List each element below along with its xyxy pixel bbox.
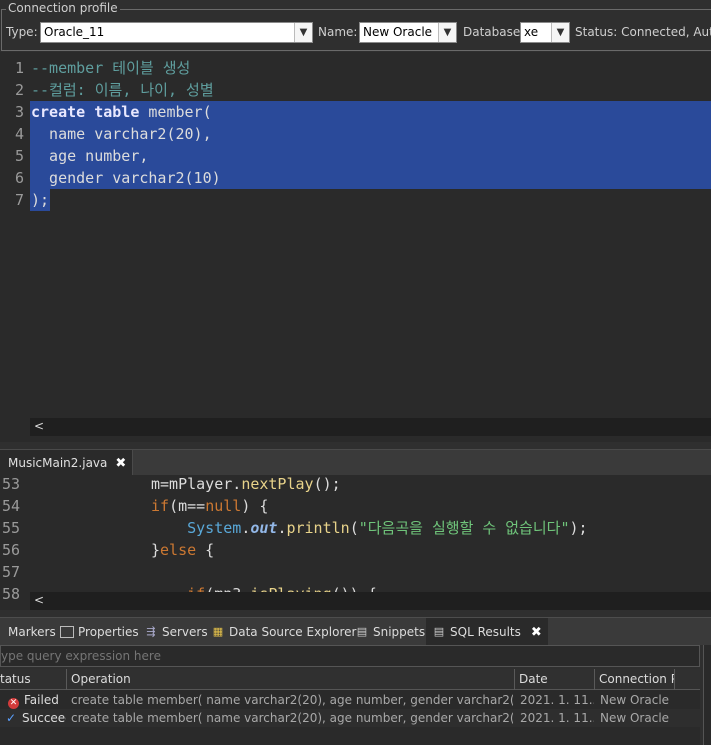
code-line: --member 테이블 생성 [31,59,191,77]
line-number: 57 [1,563,20,581]
chevron-down-icon[interactable]: ▼ [551,23,569,42]
connection-profile-title: Connection profile [6,1,120,15]
table-row[interactable]: ✕ Failed create table member( name varcha… [0,691,700,709]
success-icon: ✓ [6,711,17,725]
database-value: xe [524,25,539,39]
column-header-date[interactable]: Date [515,669,595,690]
status-cell: ✓ Succeed [6,709,66,727]
line-number: 1 [14,59,24,77]
code-line: create table member( [31,103,212,121]
tab-data-source-explorer[interactable]: ▦ Data Source Explorer [211,618,357,646]
scroll-left-icon[interactable]: < [34,593,44,607]
code-line: name varchar2(20), [31,125,212,143]
horizontal-scrollbar[interactable]: < [30,418,711,436]
connection-status: Status: Connected, Auto [575,25,711,39]
views-tab-label: Markers [8,625,56,639]
name-label: Name: [318,25,358,39]
scroll-left-icon[interactable]: < [34,419,44,433]
type-value: Oracle_11 [44,25,105,39]
code-line: age number, [31,147,149,165]
code-line: if(m==null) { [151,497,269,515]
servers-icon: ⇶ [146,625,156,638]
horizontal-scrollbar[interactable]: < [30,592,711,610]
database-combo[interactable]: xe ▼ [520,22,570,43]
name-combo[interactable]: New Oracle ▼ [359,22,457,43]
operation-cell: create table member( name varchar2(20), … [71,693,513,707]
name-value: New Oracle [363,25,433,39]
code-line: ); [31,191,50,209]
java-editor-tabbar: MusicMain2.java ✖ [0,449,711,476]
tab-musicmain2-java[interactable]: MusicMain2.java ✖ [0,450,134,476]
tab-label: MusicMain2.java [8,456,108,470]
column-header-status[interactable]: tatus [0,669,67,690]
code-line: --컬럼: 이름, 나이, 성별 [31,81,214,99]
sql-editor[interactable]: 1 2 3 4 5 6 7 --member 테이블 생성 --컬럼: 이름, 나이, 성별 cr… [0,52,711,442]
sql-results-table[interactable]: tatus Operation Date Connection P ✕ Faile… [0,669,700,745]
table-row[interactable]: ✓ Succeed create table member( name varch… [0,709,700,727]
connection-profile-panel: Connection profile Type: Oracle_11 ▼ Nam… [0,0,711,52]
snippets-icon: ▤ [356,625,368,638]
connection-cell: New Oracle [600,711,670,725]
chevron-down-icon[interactable]: ▼ [438,23,456,42]
line-number: 55 [1,519,20,537]
failed-icon: ✕ [8,698,19,709]
views-tab-label: SQL Results [450,625,521,639]
column-header-operation[interactable]: Operation [67,669,515,690]
line-number: 53 [1,475,20,493]
properties-icon [60,626,74,638]
type-combo[interactable]: Oracle_11 ▼ [40,22,313,43]
tab-servers[interactable]: ⇶ Servers [144,618,208,646]
views-tab-label: Snippets [373,625,426,639]
java-editor[interactable]: 53 54 55 56 57 58 m=mPlayer.nextPlay(); if(m==n… [0,475,711,610]
date-cell: 2021. 1. 11... [520,693,594,707]
query-expression-input[interactable] [1,646,699,666]
line-number: 5 [14,147,24,165]
data-source-icon: ▦ [212,625,224,638]
line-number: 58 [1,585,20,603]
query-expression-bar [0,645,700,667]
line-number: 56 [1,541,20,559]
code-line: m=mPlayer.nextPlay(); [151,475,341,493]
date-cell: 2021. 1. 11... [520,711,594,725]
views-tab-label: Properties [78,625,139,639]
line-number: 3 [14,103,24,121]
side-panel [703,645,711,745]
tab-sql-results[interactable]: ▤ SQL Results ✖ [426,618,548,646]
line-number: 4 [14,125,24,143]
chevron-down-icon[interactable]: ▼ [294,23,312,42]
views-tab-label: Servers [162,625,208,639]
sql-results-icon: ▤ [433,625,445,638]
code-line: System.out.println("다음곡을 실행할 수 없습니다"); [187,519,588,537]
column-header-connection[interactable]: Connection P [595,669,675,690]
code-line: gender varchar2(10) [31,169,221,187]
status-text: Succeed [22,711,66,725]
close-icon[interactable]: ✖ [531,625,542,640]
tab-markers[interactable]: Markers [0,618,56,646]
status-cell: ✕ Failed [8,691,66,709]
connection-cell: New Oracle [600,693,670,707]
operation-cell: create table member( name varchar2(20), … [71,711,513,725]
tab-snippets[interactable]: ▤ Snippets [355,618,425,646]
line-number: 2 [14,81,24,99]
views-tab-label: Data Source Explorer [229,625,357,639]
views-tabbar: Markers Properties ⇶ Servers ▦ Data Sour… [0,617,711,646]
table-header: tatus Operation Date Connection P [0,669,700,690]
close-icon[interactable]: ✖ [115,456,126,471]
line-number: 7 [14,191,24,209]
line-number: 6 [14,169,24,187]
type-label: Type: [6,25,38,39]
database-label: Database: [463,25,525,39]
line-number: 54 [1,497,20,515]
status-text: Failed [24,693,59,707]
tab-properties[interactable]: Properties [60,618,139,646]
code-line: }else { [151,541,215,559]
